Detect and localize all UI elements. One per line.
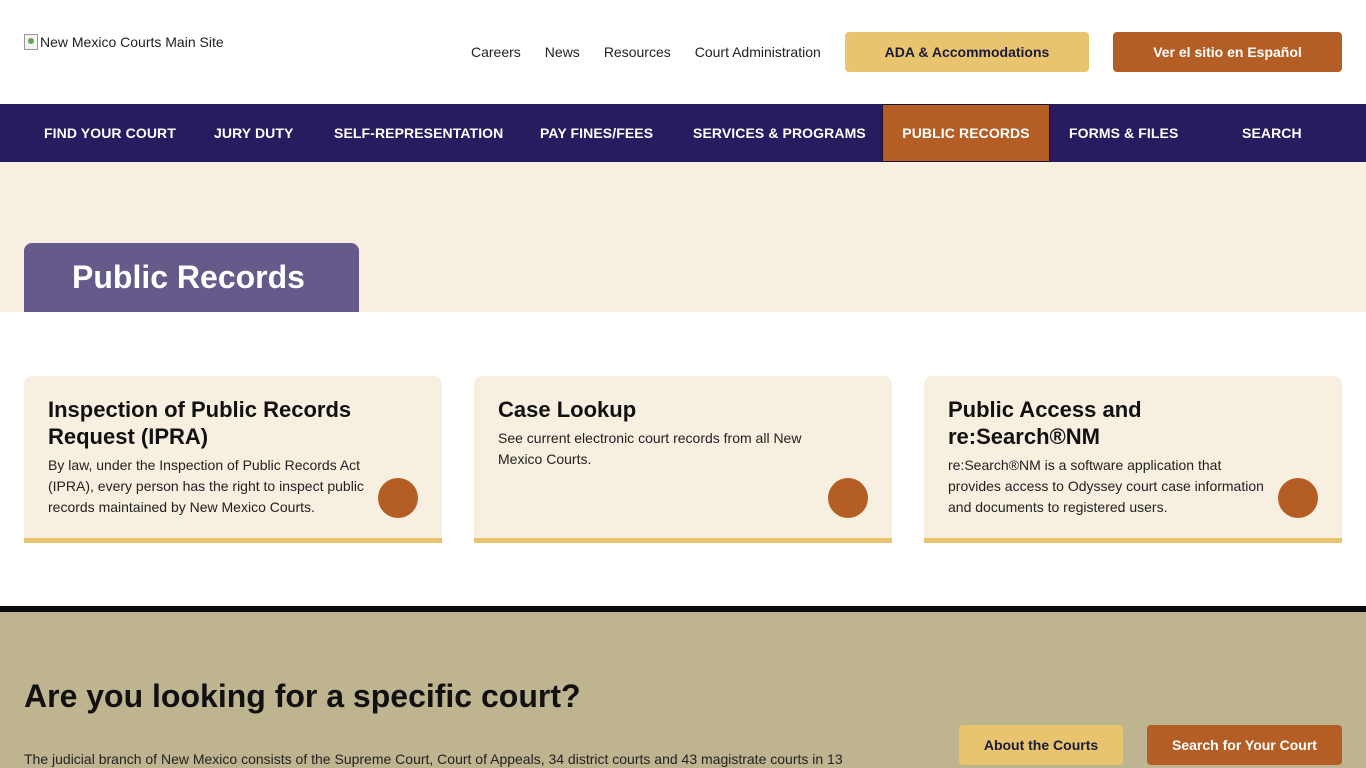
site-header: New Mexico Courts Main Site Careers News… (0, 0, 1366, 104)
utility-nav: Careers News Resources Court Administrat… (471, 44, 845, 60)
card-ipra[interactable]: Inspection of Public Records Request (IP… (24, 376, 442, 543)
card-body: See current electronic court records fro… (498, 430, 802, 467)
broken-image-icon (24, 34, 38, 50)
card-title: Case Lookup (498, 397, 637, 422)
page-title: Public Records (24, 243, 359, 312)
about-courts-button[interactable]: About the Courts (959, 725, 1123, 765)
ada-accommodations-button[interactable]: ADA & Accommodations (845, 32, 1089, 72)
nav-jury-duty[interactable]: JURY DUTY (214, 104, 293, 162)
card-case-lookup[interactable]: Case Lookup See current electronic court… (474, 376, 892, 543)
utility-link-resources[interactable]: Resources (604, 44, 671, 60)
nav-pay-fines-fees[interactable]: PAY FINES/FEES (540, 104, 653, 162)
find-court-section: Are you looking for a specific court? Th… (0, 612, 1366, 768)
site-logo-link[interactable]: New Mexico Courts Main Site (24, 34, 224, 50)
logo-alt-text: New Mexico Courts Main Site (40, 34, 224, 50)
utility-link-careers[interactable]: Careers (471, 44, 521, 60)
find-court-heading: Are you looking for a specific court? (24, 678, 581, 714)
spanish-site-button[interactable]: Ver el sitio en Español (1113, 32, 1342, 72)
hero-banner: Public Records (0, 162, 1366, 312)
card-title: Inspection of Public Records Request (IP… (48, 397, 352, 449)
nav-search[interactable]: SEARCH (1242, 104, 1302, 162)
card-body: By law, under the Inspection of Public R… (48, 457, 364, 515)
card-body: re:Search®NM is a software application t… (948, 457, 1264, 515)
main-nav: FIND YOUR COURT JURY DUTY SELF-REPRESENT… (0, 104, 1366, 162)
nav-find-your-court[interactable]: FIND YOUR COURT (44, 104, 176, 162)
card-title: Public Access and re:Search®NM (948, 397, 1142, 449)
nav-forms-files[interactable]: FORMS & FILES (1069, 104, 1178, 162)
search-your-court-button[interactable]: Search for Your Court (1147, 725, 1342, 765)
card-research-nm[interactable]: Public Access and re:Search®NM re:Search… (924, 376, 1342, 543)
arrow-circle-icon[interactable] (378, 478, 418, 518)
nav-self-representation[interactable]: SELF-REPRESENTATION (334, 104, 503, 162)
utility-link-court-administration[interactable]: Court Administration (695, 44, 821, 60)
utility-link-news[interactable]: News (545, 44, 580, 60)
arrow-circle-icon[interactable] (828, 478, 868, 518)
find-court-text: The judicial branch of New Mexico consis… (24, 751, 843, 767)
nav-public-records[interactable]: PUBLIC RECORDS (882, 104, 1050, 162)
nav-services-programs[interactable]: SERVICES & PROGRAMS (693, 104, 866, 162)
arrow-circle-icon[interactable] (1278, 478, 1318, 518)
